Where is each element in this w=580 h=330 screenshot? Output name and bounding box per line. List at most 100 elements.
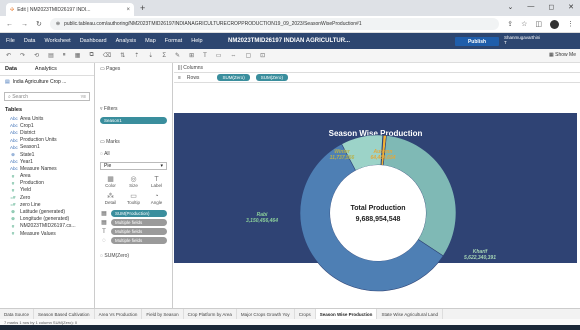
bookmark-icon[interactable]: ☆ bbox=[521, 20, 527, 28]
menu-worksheet[interactable]: Worksheet bbox=[45, 38, 71, 44]
mark-pill-multiple[interactable]: Multiple fields bbox=[111, 219, 167, 226]
labels-icon[interactable]: T bbox=[203, 53, 207, 59]
detail-button[interactable]: ⁂ Detail bbox=[100, 191, 121, 206]
menu-map[interactable]: Map bbox=[145, 38, 156, 44]
columns-shelf[interactable]: ||| Columns bbox=[174, 63, 580, 73]
sort-desc-icon[interactable]: ⇣ bbox=[148, 52, 153, 59]
mark-pill-production[interactable]: SUM(Production) bbox=[111, 210, 167, 217]
tab-search-icon[interactable]: ⌄ bbox=[507, 3, 513, 11]
field-search-input[interactable]: ⌕ Search ▿≡ bbox=[4, 92, 90, 101]
zero-marks-card[interactable]: ◌ SUM(Zero) bbox=[95, 250, 172, 262]
profile-avatar[interactable] bbox=[550, 19, 559, 29]
marks-all[interactable]: ◌ All bbox=[95, 148, 172, 160]
pause-icon[interactable]: ⏸ bbox=[63, 52, 66, 59]
field-item[interactable]: Abc Year1 bbox=[0, 158, 94, 165]
field-item[interactable]: # Production bbox=[0, 180, 94, 187]
field-item[interactable]: ⊕ Longitude (generated) bbox=[0, 216, 94, 223]
datasource-item[interactable]: ▤ India Agriculture Crop ... bbox=[0, 76, 94, 88]
close-window-icon[interactable]: ✕ bbox=[568, 3, 574, 11]
field-item[interactable]: =# zero Line bbox=[0, 201, 94, 208]
mark-type-select[interactable]: Pie ▾ bbox=[100, 162, 167, 170]
url-field[interactable]: ⊜ public.tableau.com/authoring/NM2023TMI… bbox=[49, 18, 500, 30]
swap-icon[interactable]: ⇅ bbox=[120, 52, 125, 59]
sheet-tab[interactable]: Major Crops Growth Yoy bbox=[237, 309, 295, 319]
reload-icon[interactable]: ↻ bbox=[36, 20, 42, 28]
menu-analysis[interactable]: Analysis bbox=[116, 38, 136, 44]
filters-shelf[interactable]: ▿ Filters bbox=[95, 103, 172, 115]
field-item[interactable]: # Yield bbox=[0, 187, 94, 194]
fit-icon[interactable]: ▭ bbox=[216, 52, 222, 59]
back-icon[interactable]: ← bbox=[6, 21, 13, 28]
undo-icon[interactable]: ↶ bbox=[6, 52, 11, 59]
sheet-tab[interactable]: Season Based Cultivation bbox=[34, 309, 95, 319]
row-pill-zero[interactable]: SUM(Zero) bbox=[255, 74, 288, 81]
filter-pill-season[interactable]: Season1 bbox=[100, 117, 167, 124]
size-button[interactable]: ◎ Size bbox=[123, 174, 144, 189]
angle-button[interactable]: ◔ Angle bbox=[146, 191, 167, 206]
redo-icon[interactable]: ↷ bbox=[20, 52, 25, 59]
field-item[interactable]: ⊕ Latitude (generated) bbox=[0, 208, 94, 215]
clear-icon[interactable]: ⌫ bbox=[103, 52, 111, 59]
field-item[interactable]: Abc Area Units bbox=[0, 115, 94, 122]
tab-close-icon[interactable]: × bbox=[126, 7, 130, 13]
maximize-icon[interactable]: ◻ bbox=[548, 3, 554, 11]
show-me-button[interactable]: ▦ Show Me bbox=[549, 52, 576, 58]
tab-analytics[interactable]: Analytics bbox=[35, 66, 57, 72]
menu-help[interactable]: Help bbox=[191, 38, 202, 44]
menu-format[interactable]: Format bbox=[165, 38, 182, 44]
mark-pill-multiple[interactable]: Multiple fields bbox=[111, 237, 167, 244]
field-item[interactable]: Abc District bbox=[0, 129, 94, 136]
field-item[interactable]: Abc Measure Names bbox=[0, 165, 94, 172]
forward-icon[interactable]: → bbox=[21, 21, 28, 28]
totals-icon[interactable]: Σ bbox=[162, 53, 166, 59]
new-sheet-icon[interactable]: ▦ bbox=[75, 52, 81, 59]
workbook-title[interactable]: NM2023TMID26197 INDIAN AGRICULTUR... bbox=[228, 38, 350, 44]
revert-icon[interactable]: ⟲ bbox=[34, 52, 39, 59]
filter-icon[interactable]: ▿≡ bbox=[81, 94, 86, 100]
highlight-icon[interactable]: ✎ bbox=[175, 52, 180, 59]
tab-data[interactable]: Data bbox=[5, 66, 17, 72]
new-tab-button[interactable]: + bbox=[140, 3, 145, 13]
duplicate-icon[interactable]: ⧉ bbox=[89, 52, 93, 59]
presentation-icon[interactable]: ⊡ bbox=[260, 52, 265, 59]
sheet-tab[interactable]: Crops bbox=[295, 309, 316, 319]
field-item[interactable]: Abc Crop1 bbox=[0, 122, 94, 129]
field-item[interactable]: # NM2023TMID26197.cs... bbox=[0, 223, 94, 230]
field-item[interactable]: ⊕ State1 bbox=[0, 151, 94, 158]
menu-file[interactable]: File bbox=[6, 38, 15, 44]
tooltip-icon[interactable]: ▢ bbox=[245, 52, 251, 59]
publish-button[interactable]: Publish bbox=[455, 37, 499, 46]
sidebar-icon[interactable]: ◫ bbox=[535, 20, 542, 28]
sheet-tab[interactable]: State Wise Agricultural Land bbox=[377, 309, 443, 319]
color-button[interactable]: ▦ Color bbox=[100, 174, 121, 189]
field-item[interactable]: Abc Production Units bbox=[0, 137, 94, 144]
field-item[interactable]: # Measure Values bbox=[0, 230, 94, 237]
group-icon[interactable]: ⊞ bbox=[189, 52, 194, 59]
field-item[interactable]: # Area bbox=[0, 173, 94, 180]
menu-data[interactable]: Data bbox=[24, 38, 36, 44]
pages-shelf[interactable]: ▭ Pages bbox=[95, 63, 172, 75]
minimize-icon[interactable]: — bbox=[527, 3, 534, 11]
season-donut-chart[interactable]: Total Production9,688,954,548Winter11,73… bbox=[174, 113, 577, 307]
field-item[interactable]: =# Zero bbox=[0, 194, 94, 201]
mark-pill-multiple[interactable]: Multiple fields bbox=[111, 228, 167, 235]
sort-asc-icon[interactable]: ⇡ bbox=[134, 52, 139, 59]
site-info-icon[interactable]: ⊜ bbox=[56, 21, 60, 27]
rows-shelf[interactable]: ≡ Rows SUM(Zero) SUM(Zero) bbox=[174, 73, 580, 83]
field-item[interactable]: Abc Season1 bbox=[0, 144, 94, 151]
user-name[interactable]: Shanmugavarthini T bbox=[504, 35, 544, 45]
label-button[interactable]: T Label bbox=[146, 174, 167, 189]
browser-menu-icon[interactable]: ⋮ bbox=[567, 20, 574, 28]
browser-tab[interactable]: ✣ Edit | NM2023TMID26197 INDI... × bbox=[6, 3, 134, 16]
menu-dashboard[interactable]: Dashboard bbox=[80, 38, 107, 44]
sheet-tab[interactable]: Field by Season bbox=[142, 309, 184, 319]
share-icon[interactable]: ⇪ bbox=[507, 20, 513, 28]
tooltip-button[interactable]: ▭ Tooltip bbox=[123, 191, 144, 206]
sheet-tab[interactable]: Data Source bbox=[0, 309, 35, 319]
sheet-tab[interactable]: Season Wise Production bbox=[315, 309, 378, 319]
sheet-tab[interactable]: Crop Platform by Area bbox=[184, 309, 237, 319]
sheet-tab[interactable]: Area Vs Production bbox=[95, 309, 143, 319]
row-pill-zero[interactable]: SUM(Zero) bbox=[217, 74, 250, 81]
fix-axes-icon[interactable]: ⇔ bbox=[230, 53, 236, 59]
new-datasource-icon[interactable]: ▤ bbox=[48, 52, 54, 59]
